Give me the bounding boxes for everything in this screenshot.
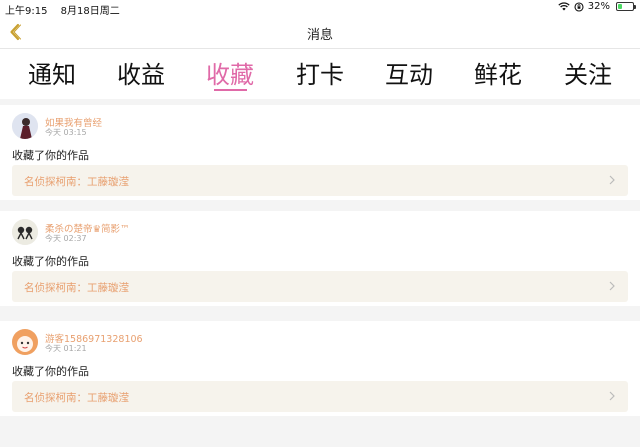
work-title: 名侦探柯南：工藤璇滢 (24, 392, 129, 404)
avatar-image (12, 329, 38, 355)
page-title: 消息 (306, 28, 333, 43)
avatar[interactable] (12, 113, 38, 139)
avatar[interactable] (12, 329, 38, 355)
work-title: 名侦探柯南：工藤璇滢 (24, 176, 129, 188)
tab-flowers[interactable]: 鲜花 (463, 55, 533, 90)
message-card: 游客1586971328106 今天 01:21 收藏了你的作品 名侦探柯南：工… (0, 321, 640, 416)
work-link[interactable]: 名侦探柯南：工藤璇滢 (12, 271, 628, 302)
timestamp: 今天 01:21 (45, 344, 87, 353)
nav-bar: 消息 (0, 16, 640, 49)
status-right: 32% (558, 1, 636, 12)
tab-bar: 通知 收益 收藏 打卡 互动 鲜花 关注 (0, 49, 640, 99)
tab-favorites[interactable]: 收藏 (195, 55, 265, 90)
action-text: 收藏了你的作品 (12, 255, 89, 268)
status-bar: 上午9:15 8月18日周二 32% (0, 0, 640, 17)
battery-nub (634, 5, 636, 9)
message-card: 如果我有曾经 今天 03:15 收藏了你的作品 名侦探柯南：工藤璇滢 (0, 105, 640, 200)
tab-following[interactable]: 关注 (553, 55, 623, 90)
chevron-right-icon (609, 281, 615, 291)
action-text: 收藏了你的作品 (12, 149, 89, 162)
work-link[interactable]: 名侦探柯南：工藤璇滢 (12, 381, 628, 412)
avatar-image (12, 113, 38, 139)
battery-icon (616, 2, 636, 11)
chevron-right-icon (609, 175, 615, 185)
avatar-image (12, 219, 38, 245)
tab-notifications[interactable]: 通知 (17, 55, 87, 90)
tab-earnings[interactable]: 收益 (106, 55, 176, 90)
tab-checkin[interactable]: 打卡 (285, 55, 355, 90)
status-left: 上午9:15 8月18日周二 (5, 2, 130, 17)
wifi-icon (558, 2, 570, 11)
message-card: 柔杀の楚帝♛简影™ 今天 02:37 收藏了你的作品 名侦探柯南：工藤璇滢 (0, 211, 640, 306)
timestamp: 今天 03:15 (45, 128, 87, 137)
orientation-lock-icon (574, 1, 584, 12)
battery-percent: 32% (587, 1, 610, 12)
chevron-right-icon (609, 391, 615, 401)
work-link[interactable]: 名侦探柯南：工藤璇滢 (12, 165, 628, 196)
tab-interactions[interactable]: 互动 (374, 55, 444, 90)
timestamp: 今天 02:37 (45, 234, 87, 243)
work-title: 名侦探柯南：工藤璇滢 (24, 282, 129, 294)
avatar[interactable] (12, 219, 38, 245)
action-text: 收藏了你的作品 (12, 365, 89, 378)
active-tab-indicator (214, 89, 247, 91)
battery-fill (618, 4, 622, 9)
